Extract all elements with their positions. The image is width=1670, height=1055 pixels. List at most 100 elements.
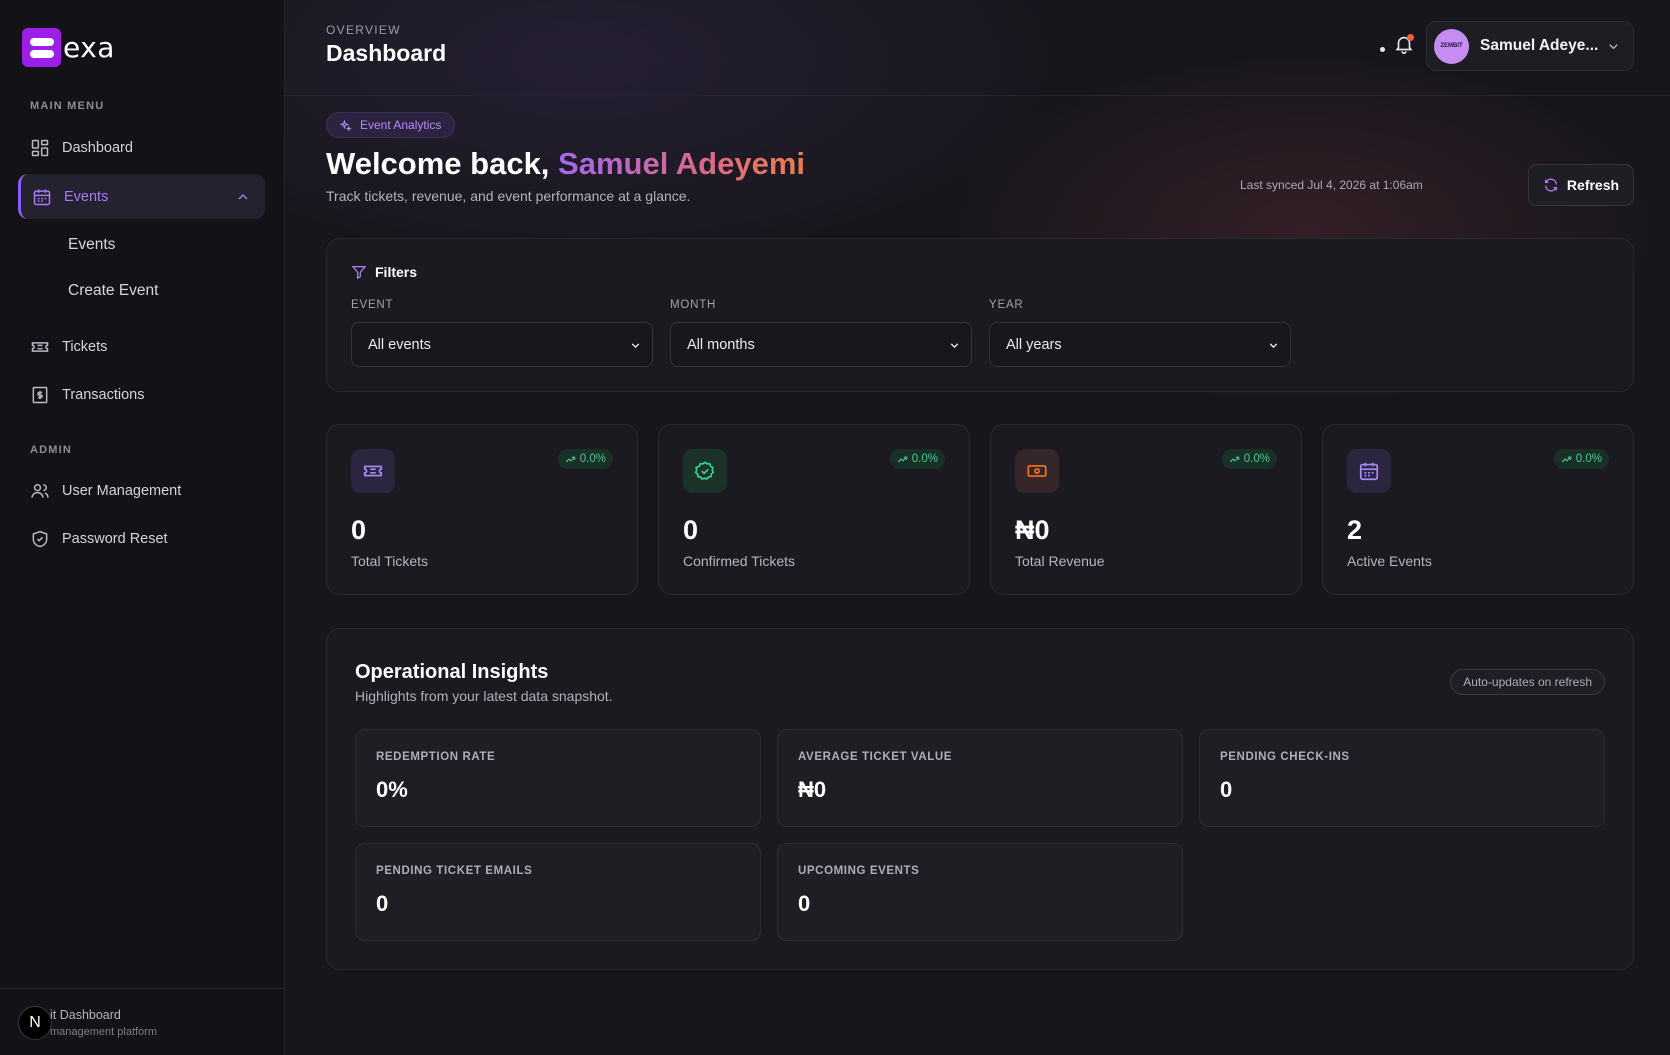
brand-logo[interactable]: exa bbox=[22, 28, 115, 67]
month-filter-select[interactable]: All months bbox=[670, 322, 972, 367]
event-filter-label: EVENT bbox=[351, 299, 394, 311]
stat-card-active-events: 0.0% 2 Active Events bbox=[1322, 424, 1634, 595]
event-filter-select[interactable]: All events bbox=[351, 322, 653, 367]
welcome-subtitle: Track tickets, revenue, and event perfor… bbox=[326, 188, 691, 204]
sparkles-icon bbox=[339, 118, 352, 132]
metric-value: 0% bbox=[376, 777, 408, 802]
auto-update-badge: Auto-updates on refresh bbox=[1450, 669, 1605, 695]
calendar-icon bbox=[33, 189, 51, 205]
event-analytics-badge: Event Analytics bbox=[326, 112, 456, 138]
status-dot-icon bbox=[1380, 47, 1385, 52]
stat-icon-wrap bbox=[1347, 449, 1391, 493]
metric-label: REDEMPTION RATE bbox=[376, 751, 496, 763]
stat-icon-wrap bbox=[351, 449, 395, 493]
logo-mark-icon bbox=[22, 28, 61, 67]
metric-label: PENDING CHECK-INS bbox=[1220, 751, 1350, 763]
stat-label: Total Revenue bbox=[1015, 553, 1105, 569]
main-content: OVERVIEW Dashboard ZEMBIT Samuel Adeye..… bbox=[285, 0, 1670, 1055]
stat-icon-wrap bbox=[683, 449, 727, 493]
stat-label: Confirmed Tickets bbox=[683, 553, 796, 569]
metric-pending-ticket-emails: PENDING TICKET EMAILS 0 bbox=[355, 843, 761, 941]
chevron-down-icon bbox=[631, 343, 640, 349]
trend-value: 0.0% bbox=[911, 453, 938, 465]
trending-up-icon bbox=[1561, 456, 1571, 462]
metric-value: 0 bbox=[376, 891, 389, 916]
sidebar-item-label: Password Reset bbox=[62, 530, 168, 547]
sidebar-item-tickets[interactable]: Tickets bbox=[18, 324, 265, 369]
trending-up-icon bbox=[897, 456, 907, 462]
trend-value: 0.0% bbox=[1575, 453, 1602, 465]
brand-name: exa bbox=[63, 31, 115, 64]
metric-upcoming-events: UPCOMING EVENTS 0 bbox=[777, 843, 1183, 941]
insights-subtitle: Highlights from your latest data snapsho… bbox=[355, 688, 613, 704]
sidebar-item-password-reset[interactable]: Password Reset bbox=[18, 516, 265, 561]
sidebar-item-transactions[interactable]: Transactions bbox=[18, 372, 265, 417]
insights-title: Operational Insights bbox=[355, 661, 549, 683]
chevron-down-icon bbox=[950, 343, 959, 349]
year-filter-label: YEAR bbox=[989, 299, 1024, 311]
trending-up-icon bbox=[1229, 456, 1239, 462]
stat-card-total-revenue: 0.0% ₦0 Total Revenue bbox=[990, 424, 1302, 595]
footer-subtitle: management platform bbox=[50, 1026, 157, 1038]
refresh-icon bbox=[1544, 178, 1557, 192]
chevron-down-icon bbox=[1269, 343, 1278, 349]
sidebar-footer: N it Dashboard management platform bbox=[0, 988, 285, 1055]
last-synced-text: Last synced Jul 4, 2026 at 1:06am bbox=[1240, 178, 1423, 192]
trend-badge: 0.0% bbox=[1221, 449, 1277, 469]
month-filter-label: MONTH bbox=[670, 299, 717, 311]
metric-average-ticket-value: AVERAGE TICKET VALUE ₦0 bbox=[777, 729, 1183, 827]
trend-badge: 0.0% bbox=[557, 449, 613, 469]
user-name: Samuel Adeye... bbox=[1480, 37, 1599, 54]
top-bar: OVERVIEW Dashboard ZEMBIT Samuel Adeye..… bbox=[285, 0, 1670, 96]
page-overline: OVERVIEW bbox=[326, 23, 401, 37]
sidebar-subitem-events[interactable]: Events bbox=[68, 236, 115, 254]
trend-value: 0.0% bbox=[579, 453, 606, 465]
trend-badge: 0.0% bbox=[889, 449, 945, 469]
sidebar: exa MAIN MENU Dashboard Events Events Cr… bbox=[0, 0, 285, 1055]
user-menu[interactable]: ZEMBIT Samuel Adeye... bbox=[1426, 21, 1634, 71]
refresh-button[interactable]: Refresh bbox=[1528, 164, 1634, 206]
users-icon bbox=[31, 483, 49, 498]
stat-value: ₦0 bbox=[1015, 515, 1050, 545]
metric-label: UPCOMING EVENTS bbox=[798, 865, 920, 877]
metric-label: AVERAGE TICKET VALUE bbox=[798, 751, 953, 763]
insights-panel: Operational Insights Highlights from you… bbox=[326, 628, 1634, 970]
receipt-icon bbox=[32, 386, 48, 403]
metric-value: 0 bbox=[798, 891, 811, 916]
sidebar-item-events[interactable]: Events bbox=[18, 174, 265, 219]
stat-value: 0 bbox=[351, 515, 367, 545]
badge-label: Event Analytics bbox=[360, 118, 442, 132]
stat-label: Active Events bbox=[1347, 553, 1432, 569]
sidebar-item-user-management[interactable]: User Management bbox=[18, 468, 265, 513]
filters-title: Filters bbox=[375, 264, 418, 280]
metric-pending-check-ins: PENDING CHECK-INS 0 bbox=[1199, 729, 1605, 827]
page-title: Dashboard bbox=[326, 40, 447, 66]
metric-value: ₦0 bbox=[798, 777, 827, 802]
grid-icon bbox=[31, 139, 49, 156]
trend-value: 0.0% bbox=[1243, 453, 1270, 465]
chevron-down-icon bbox=[1609, 44, 1618, 50]
stat-value: 0 bbox=[683, 515, 699, 545]
ticket-icon bbox=[363, 465, 383, 477]
n-badge-icon[interactable]: N bbox=[18, 1006, 52, 1040]
metric-label: PENDING TICKET EMAILS bbox=[376, 865, 533, 877]
trending-up-icon bbox=[565, 456, 575, 462]
select-value: All events bbox=[368, 336, 431, 353]
select-value: All months bbox=[687, 336, 755, 353]
sidebar-item-label: Tickets bbox=[62, 338, 108, 355]
select-value: All years bbox=[1006, 336, 1062, 353]
year-filter-select[interactable]: All years bbox=[989, 322, 1291, 367]
sidebar-item-label: User Management bbox=[62, 482, 182, 499]
sidebar-subitem-create-event[interactable]: Create Event bbox=[68, 282, 158, 300]
welcome-heading: Welcome back, Samuel Adeyemi bbox=[326, 146, 805, 182]
avatar: ZEMBIT bbox=[1434, 28, 1469, 64]
metric-redemption-rate: REDEMPTION RATE 0% bbox=[355, 729, 761, 827]
calendar-icon bbox=[1359, 462, 1379, 481]
main-menu-label: MAIN MENU bbox=[30, 100, 105, 112]
stat-icon-wrap bbox=[1015, 449, 1059, 493]
shield-icon bbox=[32, 530, 48, 547]
footer-title: it Dashboard bbox=[50, 1008, 121, 1022]
sidebar-item-dashboard[interactable]: Dashboard bbox=[18, 125, 265, 170]
sidebar-item-label: Dashboard bbox=[62, 139, 133, 156]
chevron-up-icon[interactable] bbox=[235, 189, 251, 205]
